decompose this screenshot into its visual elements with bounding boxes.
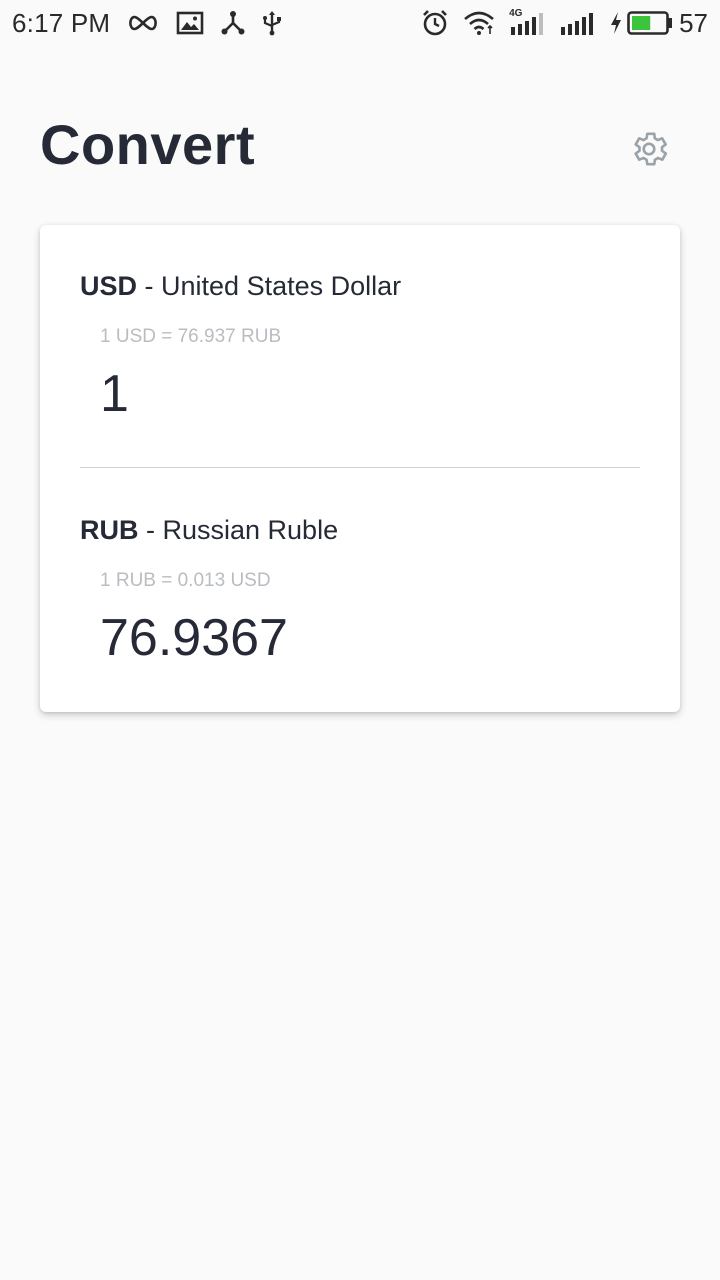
- settings-button[interactable]: [626, 128, 672, 174]
- from-currency-code: USD: [80, 271, 138, 301]
- to-currency-separator: -: [138, 515, 163, 545]
- image-icon: [176, 11, 204, 35]
- to-exchange-rate: 1 RUB = 0.013 USD: [100, 570, 271, 591]
- infinity-icon: [126, 13, 160, 33]
- from-currency-selector[interactable]: USD - United States Dollar: [80, 269, 640, 303]
- divider: [80, 467, 640, 468]
- battery-percent: 57: [679, 7, 708, 38]
- network-type-label: 4G: [509, 8, 523, 19]
- status-bar-left: 6:17 PM: [0, 0, 298, 46]
- from-exchange-rate: 1 USD = 76.937 RUB: [100, 326, 282, 347]
- to-currency-block: RUB - Russian Ruble 1 RUB = 0.013 USD: [80, 513, 640, 673]
- battery-icon: [627, 10, 673, 36]
- signal-icon: [559, 11, 595, 35]
- page-title: Convert: [40, 113, 256, 176]
- from-currency-separator: -: [137, 271, 162, 301]
- signal-4g-icon: 4G: [509, 8, 545, 35]
- from-amount-input[interactable]: [100, 359, 620, 429]
- alarm-icon: [421, 9, 449, 37]
- from-currency-block: USD - United States Dollar 1 USD = 76.93…: [80, 269, 640, 429]
- converter-card: USD - United States Dollar 1 USD = 76.93…: [40, 225, 680, 712]
- usb-icon: [262, 10, 282, 36]
- to-currency-code: RUB: [80, 515, 139, 545]
- to-currency-selector[interactable]: RUB - Russian Ruble: [80, 513, 640, 547]
- status-bar-right: 4G 57: [421, 0, 720, 46]
- status-time: 6:17 PM: [12, 7, 111, 38]
- share-icon: [220, 10, 246, 36]
- from-currency-name: United States Dollar: [161, 271, 402, 301]
- wifi-icon: [463, 10, 495, 36]
- charging-icon: [609, 11, 623, 35]
- gear-icon: [628, 128, 670, 175]
- to-amount-input[interactable]: [100, 603, 620, 673]
- to-currency-name: Russian Ruble: [162, 515, 339, 545]
- status-bar: 6:17 PM 4G 57: [0, 0, 720, 46]
